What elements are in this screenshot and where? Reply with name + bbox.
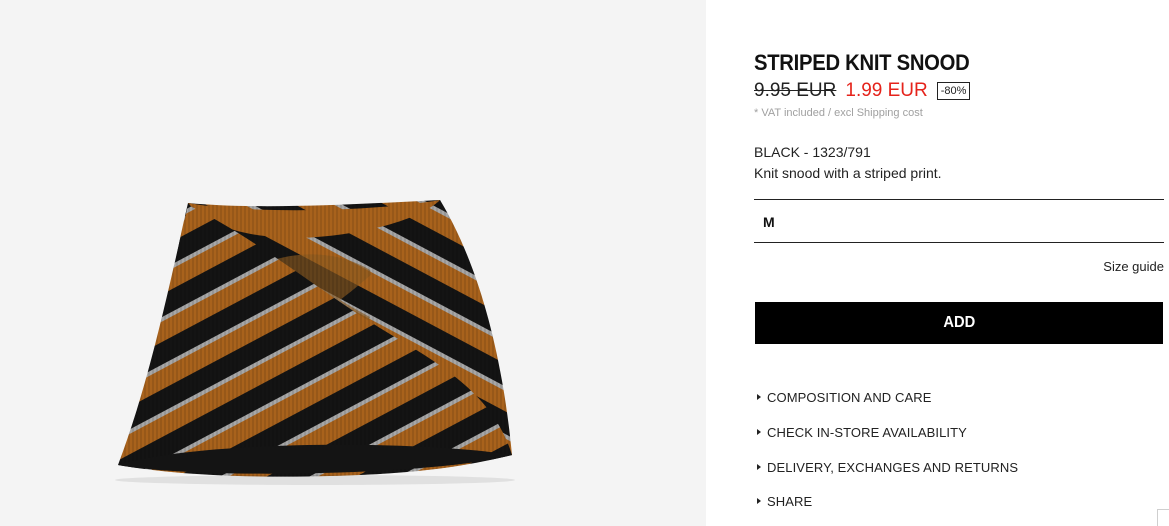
vat-note: * VAT included / excl Shipping cost [754, 107, 923, 119]
product-description: Knit snood with a striped print. [754, 165, 942, 181]
original-price: 9.95 EUR [754, 80, 837, 101]
color-reference: BLACK - 1323/791 [754, 144, 871, 160]
caret-right-icon [757, 429, 761, 435]
caret-right-icon [757, 498, 761, 504]
chat-widget-edge[interactable] [1157, 509, 1169, 526]
sale-price: 1.99 EUR [845, 80, 928, 101]
price-row: 9.95 EUR 1.99 EUR -80% [754, 80, 971, 102]
add-button-label: ADD [943, 314, 975, 331]
accordion-label: DELIVERY, EXCHANGES AND RETURNS [767, 459, 1019, 475]
product-image[interactable] [0, 0, 706, 526]
add-to-cart-button[interactable]: ADD [755, 302, 1163, 344]
caret-right-icon [757, 394, 761, 400]
size-guide-link[interactable]: Size guide [1103, 259, 1164, 274]
selected-size: M [763, 214, 775, 230]
accordion-label: COMPOSITION AND CARE [767, 389, 932, 405]
product-page: STRIPED KNIT SNOOD 9.95 EUR 1.99 EUR -80… [0, 0, 1169, 526]
size-selector[interactable]: M [754, 199, 1164, 243]
accordion-label: CHECK IN-STORE AVAILABILITY [767, 424, 967, 440]
snood-photo [115, 200, 515, 485]
accordion-store-availability[interactable]: CHECK IN-STORE AVAILABILITY [754, 423, 967, 441]
accordion-share[interactable]: SHARE [754, 492, 812, 510]
caret-right-icon [757, 464, 761, 470]
accordion-label: SHARE [767, 493, 813, 509]
product-title: STRIPED KNIT SNOOD [754, 50, 970, 75]
accordion-delivery-returns[interactable]: DELIVERY, EXCHANGES AND RETURNS [754, 458, 1018, 476]
product-info-panel: STRIPED KNIT SNOOD 9.95 EUR 1.99 EUR -80… [754, 0, 1164, 526]
discount-badge: -80% [936, 82, 971, 100]
accordion-composition-care[interactable]: COMPOSITION AND CARE [754, 388, 932, 406]
